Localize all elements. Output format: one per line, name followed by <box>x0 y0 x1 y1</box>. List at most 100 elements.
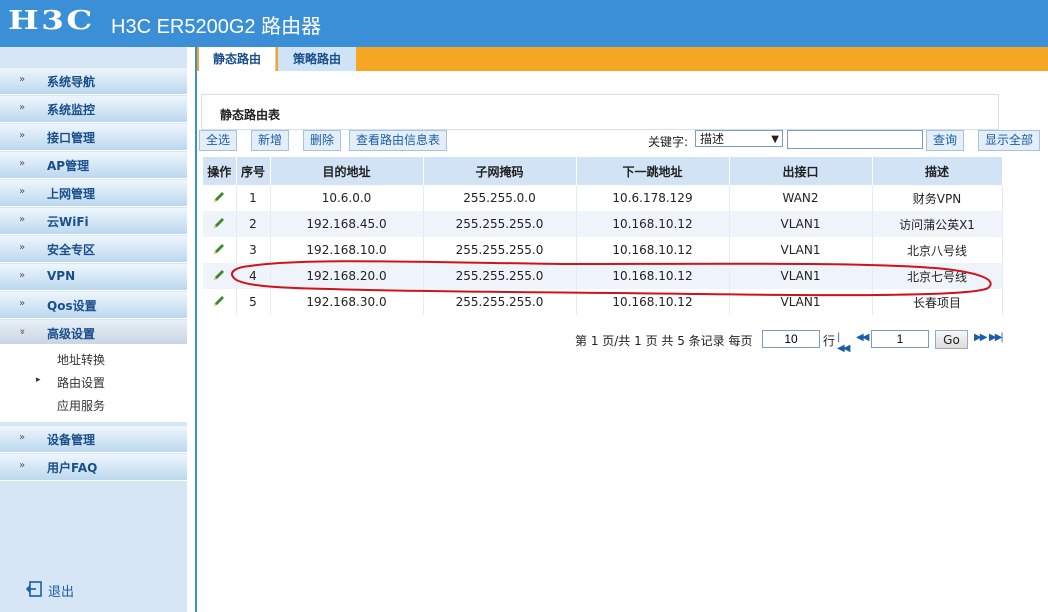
rows-label: 行 <box>823 334 836 348</box>
table-row: 4 192.168.20.0 255.255.255.0 10.168.10.12 VL… <box>203 263 1003 289</box>
last-page-icon[interactable]: ▶▶| <box>989 332 1004 343</box>
sidebar-item-label: 上网管理 <box>47 187 96 201</box>
show-all-button[interactable]: 显示全部 <box>978 130 1041 151</box>
next-page-icon[interactable]: ▶▶ <box>974 332 987 343</box>
sidebar-item-vpn[interactable]: » VPN <box>0 264 187 291</box>
sidebar-item-ap[interactable]: » AP管理 <box>0 152 187 179</box>
destination-cell: 192.168.10.0 <box>270 237 424 263</box>
col-header-action: 操作 <box>203 157 237 185</box>
sidebar-item-qos[interactable]: » Qos设置 <box>0 292 187 319</box>
submenu-item-routing[interactable]: 路由设置 <box>57 374 105 391</box>
index-cell: 5 <box>236 289 271 315</box>
edit-pencil-icon[interactable] <box>212 190 226 207</box>
per-page-input[interactable] <box>762 330 820 348</box>
panel-title: 静态路由表 <box>220 108 281 122</box>
edit-pencil-icon[interactable] <box>212 294 226 311</box>
sidebar-item-label: AP管理 <box>47 159 90 173</box>
delete-button[interactable]: 删除 <box>303 130 342 151</box>
edit-pencil-icon[interactable] <box>212 268 226 285</box>
sidebar-item-label: 系统监控 <box>47 103 96 117</box>
description-cell: 北京七号线 <box>872 263 1003 289</box>
double-chevron-icon: » <box>19 186 26 197</box>
submenu-item-nat[interactable]: 地址转换 <box>57 351 105 368</box>
mask-cell: 255.255.255.0 <box>423 237 577 263</box>
sidebar-item-cloud-wifi[interactable]: » 云WiFi <box>0 208 187 235</box>
dropdown-caret-icon: ▼ <box>771 134 779 145</box>
double-chevron-icon: » <box>19 102 26 113</box>
description-cell: 访问蒲公英X1 <box>872 211 1003 237</box>
interface-cell: VLAN1 <box>729 211 873 237</box>
col-header-destination: 目的地址 <box>270 157 424 185</box>
col-header-next-hop: 下一跳地址 <box>576 157 730 185</box>
add-button[interactable]: 新增 <box>251 130 290 151</box>
index-cell: 1 <box>236 185 271 211</box>
double-chevron-icon: » <box>19 460 26 471</box>
sidebar-item-internet[interactable]: » 上网管理 <box>0 180 187 207</box>
next-hop-cell: 10.168.10.12 <box>576 263 730 289</box>
double-chevron-down-icon: » <box>16 328 28 335</box>
sidebar-item-label: 安全专区 <box>47 243 96 257</box>
sidebar-item-label: 接口管理 <box>47 131 96 145</box>
view-route-info-button[interactable]: 查看路由信息表 <box>349 130 448 151</box>
description-cell: 财务VPN <box>872 185 1003 211</box>
select-all-button[interactable]: 全选 <box>199 130 238 151</box>
action-cell <box>203 211 237 237</box>
table-row: 2 192.168.45.0 255.255.255.0 10.168.10.12 VL… <box>203 211 1003 237</box>
interface-cell: VLAN1 <box>729 289 873 315</box>
page-number-input[interactable] <box>871 330 929 348</box>
col-header-mask: 子网掩码 <box>423 157 577 185</box>
sidebar-item-interface[interactable]: » 接口管理 <box>0 124 187 151</box>
interface-cell: VLAN1 <box>729 237 873 263</box>
mask-cell: 255.255.0.0 <box>423 185 577 211</box>
tab-policy-route[interactable]: 策略路由 <box>278 47 356 71</box>
app-title: H3C ER5200G2 路由器 <box>111 16 322 38</box>
sidebar-item-label: 用户FAQ <box>47 461 98 475</box>
active-bullet-icon: ▸ <box>36 375 41 385</box>
panel-header: 静态路由表 <box>201 94 999 130</box>
double-chevron-icon: » <box>19 158 26 169</box>
keyword-select[interactable]: 描述 ▼ <box>695 130 783 147</box>
submenu-item-app-service[interactable]: 应用服务 <box>57 397 105 414</box>
interface-cell: VLAN1 <box>729 263 873 289</box>
sidebar-item-advanced[interactable]: » 高级设置 <box>0 320 187 347</box>
static-route-table: 操作 序号 目的地址 子网掩码 下一跳地址 出接口 描述 1 10.6.0.0 25… <box>203 157 1003 315</box>
prev-page-icon[interactable]: ◀◀ <box>856 332 869 343</box>
table-row: 5 192.168.30.0 255.255.255.0 10.168.10.12 VL… <box>203 289 1003 315</box>
next-hop-cell: 10.168.10.12 <box>576 289 730 315</box>
sidebar-item-label: 系统导航 <box>47 75 96 89</box>
double-chevron-icon: » <box>19 74 26 85</box>
sidebar-item-label: 云WiFi <box>47 215 89 229</box>
mask-cell: 255.255.255.0 <box>423 263 577 289</box>
query-button[interactable]: 查询 <box>926 130 965 151</box>
action-cell <box>203 237 237 263</box>
table-row: 1 10.6.0.0 255.255.0.0 10.6.178.129 WAN2 财务VP… <box>203 185 1003 211</box>
double-chevron-icon: » <box>19 298 26 309</box>
double-chevron-icon: » <box>19 214 26 225</box>
go-button[interactable]: Go <box>935 330 968 349</box>
next-hop-cell: 10.168.10.12 <box>576 237 730 263</box>
sidebar-item-system-nav[interactable]: » 系统导航 <box>0 68 187 95</box>
next-hop-cell: 10.6.178.129 <box>576 185 730 211</box>
sidebar-item-label: 设备管理 <box>47 433 96 447</box>
tab-static-route[interactable]: 静态路由 <box>199 47 276 71</box>
edit-pencil-icon[interactable] <box>212 242 226 259</box>
header-bar: H3C H3C ER5200G2 路由器 <box>0 0 1048 47</box>
sidebar-item-label: VPN <box>47 269 76 283</box>
action-cell <box>203 263 237 289</box>
keyword-input[interactable] <box>787 130 923 149</box>
logout-label: 退出 <box>48 585 75 600</box>
index-cell: 2 <box>236 211 271 237</box>
sidebar-item-system-monitor[interactable]: » 系统监控 <box>0 96 187 123</box>
h3c-logo: H3C <box>8 6 95 36</box>
first-page-icon[interactable]: |◀◀ <box>837 332 850 354</box>
next-hop-cell: 10.168.10.12 <box>576 211 730 237</box>
pager-summary: 第 1 页/共 1 页 共 5 条记录 每页 <box>575 334 753 348</box>
sidebar-item-security[interactable]: » 安全专区 <box>0 236 187 263</box>
sidebar-item-faq[interactable]: » 用户FAQ <box>0 454 187 481</box>
logout-icon <box>26 581 42 597</box>
sidebar-item-device[interactable]: » 设备管理 <box>0 426 187 453</box>
edit-pencil-icon[interactable] <box>212 216 226 233</box>
mask-cell: 255.255.255.0 <box>423 211 577 237</box>
table-header-row: 操作 序号 目的地址 子网掩码 下一跳地址 出接口 描述 <box>203 157 1003 185</box>
double-chevron-icon: » <box>19 130 26 141</box>
